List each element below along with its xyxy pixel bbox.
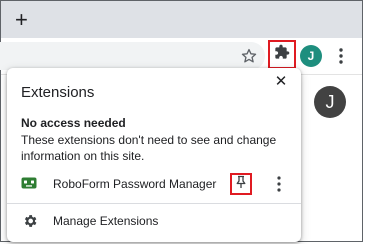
extensions-button[interactable] [268, 40, 296, 69]
divider [7, 203, 301, 204]
section-heading: No access needed [21, 116, 126, 130]
section-description: These extensions don't need to see and c… [21, 133, 277, 163]
extensions-puzzle-icon [274, 44, 290, 65]
close-icon[interactable]: ✕ [273, 74, 289, 90]
tab-strip: + [1, 1, 362, 38]
roboform-icon [21, 176, 37, 189]
extension-more-icon[interactable] [273, 174, 285, 194]
extensions-popup: Extensions ✕ No access needed These exte… [7, 68, 301, 242]
more-vert-icon[interactable] [333, 44, 349, 68]
bookmark-star-icon[interactable] [239, 46, 259, 66]
pin-icon [235, 175, 247, 194]
extension-name: RoboForm Password Manager [53, 177, 217, 191]
page-profile-avatar[interactable]: J [314, 86, 346, 118]
popup-title: Extensions [21, 84, 95, 101]
pin-button[interactable] [230, 173, 252, 195]
manage-extensions-label: Manage Extensions [53, 214, 159, 228]
gear-icon [22, 213, 38, 229]
new-tab-button[interactable]: + [15, 9, 28, 31]
profile-avatar[interactable]: J [300, 45, 322, 67]
address-bar[interactable] [0, 42, 265, 70]
extension-item[interactable]: RoboForm Password Manager [7, 168, 301, 200]
manage-extensions-button[interactable]: Manage Extensions [7, 206, 301, 236]
